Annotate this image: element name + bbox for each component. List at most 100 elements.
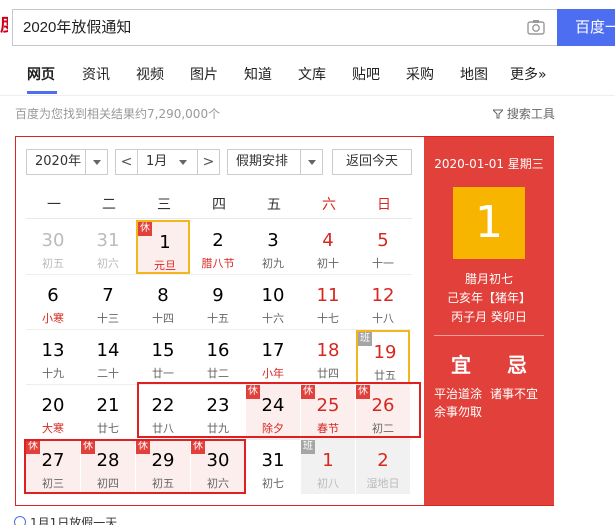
day-cell[interactable]: 21 廿七 [81,385,135,439]
day-number: 10 [261,285,285,306]
tab-more[interactable]: 更多» [510,64,547,84]
search-box[interactable] [12,9,557,46]
weekday-mon: 一 [47,197,61,213]
day-cell[interactable]: 4 初十 [301,220,355,274]
tab-caigou[interactable]: 采购 [406,64,434,84]
day-number: 1 [322,450,334,471]
holiday-select[interactable]: 假期安排 [227,149,323,175]
day-cell[interactable]: 休 1 元旦 [136,220,190,274]
lunar-label: 小寒 [42,312,64,325]
weekday-wed: 三 [157,197,171,213]
next-month-button[interactable]: > [197,150,219,174]
day-cell[interactable]: 20 大寒 [26,385,80,439]
tab-video[interactable]: 视频 [136,64,164,84]
page: 度 百度一下 网页 资讯 视频 图片 知道 文库 贴吧 采购 地图 更多» 百度… [0,0,615,525]
lunar-label: 初九 [262,257,284,270]
day-number: 9 [212,285,224,306]
day-cell[interactable]: 11 十七 [301,275,355,329]
day-cell[interactable]: 30 初五 [26,220,80,274]
lunar-label: 腊八节 [201,257,235,270]
month-dropdown[interactable] [171,150,199,174]
search-tools-label: 搜索工具 [506,107,555,121]
day-number: 19 [373,342,397,363]
day-cell[interactable]: 7 十三 [81,275,135,329]
lunar-label: 初六 [97,257,119,270]
prev-month-button[interactable]: < [116,150,138,174]
lunar-label: 十七 [317,312,339,325]
day-cell[interactable]: 12 十八 [356,275,410,329]
day-cell[interactable]: 16 廿二 [191,330,245,384]
day-cell[interactable]: 10 十六 [246,275,300,329]
day-number: 17 [261,340,285,361]
info-icon [14,516,26,525]
day-cell[interactable]: 5 十一 [356,220,410,274]
tab-images[interactable]: 图片 [190,64,218,84]
year-select[interactable]: 2020年 [26,149,108,175]
day-cell[interactable]: 13 十九 [26,330,80,384]
lunar-label: 十四 [152,312,174,325]
day-cell[interactable]: 6 小寒 [26,275,80,329]
month-select[interactable]: < 1月 > [115,149,220,175]
day-cell[interactable]: 9 十五 [191,275,245,329]
day-cell[interactable]: 15 廿一 [136,330,190,384]
day-cell[interactable]: 3 初九 [246,220,300,274]
tab-map[interactable]: 地图 [460,64,488,84]
day-number: 30 [41,230,65,251]
day-number: 18 [316,340,340,361]
chevron-down-icon [179,160,187,165]
day-cell[interactable]: 2 湿地日 [356,440,410,494]
day-cell[interactable]: 8 十四 [136,275,190,329]
camera-icon[interactable] [527,19,545,35]
tab-wenku[interactable]: 文库 [298,64,326,84]
weekday-thu: 四 [212,197,226,213]
ji-label: 忌 [507,353,527,377]
day-cell[interactable]: 18 廿四 [301,330,355,384]
search-tabs: 网页 资讯 视频 图片 知道 文库 贴吧 采购 地图 更多» [0,56,615,96]
lunar-label: 十八 [372,312,394,325]
day-number: 1 [159,232,171,253]
tab-zhidao[interactable]: 知道 [244,64,272,84]
search-button[interactable]: 百度一下 [557,9,615,46]
day-cell[interactable]: 2 腊八节 [191,220,245,274]
day-cell[interactable]: 17 小年 [246,330,300,384]
day-number: 20 [41,395,65,416]
day-number: 31 [96,230,120,251]
active-tab-indicator [27,91,57,94]
search-tools-link[interactable]: 搜索工具 [491,105,555,122]
lunar-label: 廿四 [317,367,339,380]
tab-tieba[interactable]: 贴吧 [352,64,380,84]
highlight-box-row4 [137,382,421,438]
lunar-label: 十三 [97,312,119,325]
day-cell[interactable]: 班 1 初八 [301,440,355,494]
day-number: 2 [377,450,389,471]
lunar-label: 十五 [207,312,229,325]
day-number: 6 [47,285,59,306]
day-number: 11 [316,285,340,306]
search-input[interactable] [23,10,503,45]
today-button[interactable]: 返回今天 [332,149,412,175]
holiday-select-label: 假期安排 [236,154,289,169]
lunar-label: 二十 [97,367,119,380]
ji-extra-text: 余事勿取 [434,405,483,419]
day-number: 15 [151,340,175,361]
day-number: 8 [157,285,169,306]
day-number: 7 [102,285,114,306]
month-select-label: 1月 [146,154,168,169]
highlight-box-row5 [24,439,246,494]
lunar-label: 小年 [262,367,284,380]
day-cell[interactable]: 14 二十 [81,330,135,384]
day-cell[interactable]: 班 19 廿五 [356,330,410,384]
lunar-label: 元旦 [154,259,176,272]
weekday-tue: 二 [102,197,116,213]
lunar-label: 初十 [317,257,339,270]
ganzhi-day: 丙子月 癸卯日 [451,310,527,324]
baidu-logo-fragment[interactable]: 度 [0,16,8,36]
day-cell[interactable]: 31 初六 [81,220,135,274]
day-number: 5 [377,230,389,251]
day-cell[interactable]: 31 初七 [246,440,300,494]
lunar-label: 廿二 [207,367,229,380]
tab-web[interactable]: 网页 [27,64,55,84]
tab-news[interactable]: 资讯 [82,64,110,84]
day-number: 14 [96,340,120,361]
yi-text: 平治道涂 [434,387,483,401]
